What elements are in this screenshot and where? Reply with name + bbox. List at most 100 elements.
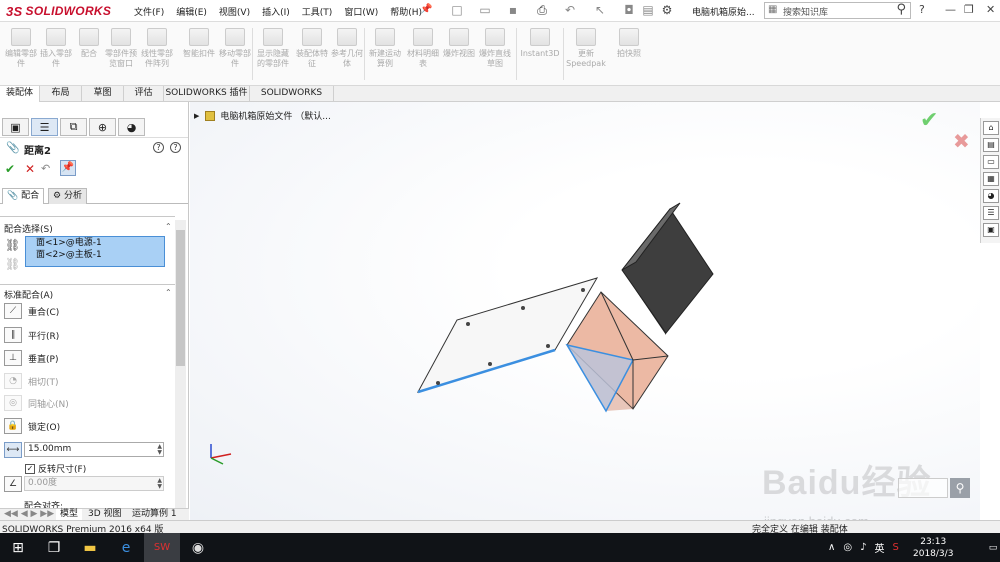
dynamic-annotation-icon[interactable]: ✎ — [518, 102, 527, 105]
previous-view-icon[interactable]: ↩ — [486, 102, 495, 105]
task-view-icon[interactable]: ❐ — [36, 533, 72, 562]
notification-icon[interactable]: ▭ — [986, 533, 1000, 562]
search-icon[interactable]: ⚲ — [896, 2, 906, 17]
solidworks-logo[interactable]: 3S SOLIDWORKS — [6, 3, 111, 19]
mate-selection-list[interactable]: 面<1>@电源-1 面<2>@主板-1 — [25, 236, 165, 267]
new-document-icon[interactable]: □ — [450, 3, 464, 17]
checkbox-checked-icon[interactable]: ✓ — [25, 463, 35, 474]
spinner-icon[interactable]: ▲ ▼ — [157, 444, 162, 456]
smart-fasteners-button[interactable]: 智能扣件 — [180, 28, 218, 59]
instant3d-button[interactable]: Instant3D — [518, 28, 562, 59]
standard-mates-heading[interactable]: 标准配合(A) — [4, 288, 53, 301]
file-explorer-icon[interactable]: ▭ — [983, 155, 999, 169]
collapse-caret-icon[interactable]: ⌃ — [165, 222, 172, 231]
design-library-icon[interactable]: ▤ — [983, 138, 999, 152]
panel-scrollbar[interactable] — [175, 220, 186, 508]
explode-line-sketch-button[interactable]: 爆炸直线草图 — [476, 28, 514, 69]
tab-evaluate[interactable]: 评估 — [124, 86, 164, 102]
dark-component-box[interactable] — [621, 202, 714, 335]
save-icon[interactable]: ▪ — [506, 3, 520, 17]
linear-pattern-button[interactable]: 线性零部件阵列 — [138, 28, 176, 69]
reference-geometry-button[interactable]: 参考几何体 — [328, 28, 366, 69]
display-manager-tab-icon[interactable]: ◕ — [118, 118, 145, 136]
zoom-to-area-icon[interactable]: ⌕ — [474, 102, 480, 105]
forum-icon[interactable]: ▣ — [983, 223, 999, 237]
assembly-features-button[interactable]: 装配体特征 — [293, 28, 331, 69]
distance-input[interactable]: 15.00mm ▲ ▼ — [24, 442, 164, 457]
menu-view[interactable]: 视图(V) — [213, 5, 256, 18]
mate-concentric[interactable]: ◎ 同轴心(N) — [4, 394, 69, 412]
scrollbar-thumb[interactable] — [176, 230, 185, 366]
custom-properties-icon[interactable]: ☰ — [983, 206, 999, 220]
property-manager-tab-icon[interactable]: ☰ — [31, 118, 58, 136]
display-style-icon[interactable]: ◨ — [550, 102, 560, 105]
clock[interactable]: 23:13 2018/3/3 — [913, 536, 953, 560]
tab-solidworks-mbd[interactable]: SOLIDWORKS MBD — [250, 86, 334, 113]
bill-of-materials-button[interactable]: 材料明细表 — [404, 28, 442, 69]
print-icon[interactable]: ⎙ — [535, 3, 549, 17]
mate-parallel[interactable]: ∥ 平行(R) — [4, 326, 59, 344]
menu-insert[interactable]: 插入(I) — [256, 5, 296, 18]
home-icon[interactable]: ⌂ — [983, 121, 999, 135]
mate-lock[interactable]: 🔒 锁定(O) — [4, 417, 60, 435]
app-taskbar-icon[interactable]: ◉ — [180, 533, 216, 562]
section-view-icon[interactable]: ◧ — [502, 102, 512, 105]
feature-manager-tab-icon[interactable]: ▣ — [2, 118, 29, 136]
menu-file[interactable]: 文件(F) — [128, 5, 170, 18]
tab-motion-study[interactable]: 运动算例 1 — [132, 509, 177, 520]
edit-appearance-icon[interactable]: ◐ — [582, 102, 592, 105]
edge-browser-icon[interactable]: e — [108, 533, 144, 562]
undo-icon[interactable]: ↶ — [41, 162, 50, 175]
view-settings-icon[interactable]: ▭ — [613, 102, 623, 105]
hide-show-items-icon[interactable]: ◉ — [566, 102, 576, 105]
detailed-help-icon[interactable]: ? — [153, 142, 164, 153]
view-orientation-icon[interactable]: ▣ — [533, 102, 543, 105]
mate-selections-heading[interactable]: 配合选择(S) — [4, 222, 53, 235]
apply-scene-icon[interactable]: ◒ — [597, 102, 607, 105]
motherboard-plate[interactable] — [416, 277, 599, 394]
volume-icon[interactable]: ♪ — [860, 542, 866, 553]
dimxpert-tab-icon[interactable]: ⊕ — [89, 118, 116, 136]
keep-visible-pin-icon[interactable]: 📌 — [60, 160, 76, 176]
appearances-icon[interactable]: ◕ — [983, 189, 999, 203]
close-icon[interactable]: ✕ — [986, 3, 995, 16]
component-preview-button[interactable]: 零部件预览窗口 — [102, 28, 140, 69]
tab-3d-views[interactable]: 3D 视图 — [88, 509, 122, 520]
windows-start-icon[interactable]: ⊞ — [0, 533, 36, 562]
spinner-icon[interactable]: ▲ ▼ — [157, 478, 162, 490]
take-snapshot-button[interactable]: 拍快照 — [610, 28, 648, 59]
list-item[interactable]: 面<1>@电源-1 — [26, 237, 164, 249]
pin-menu-icon[interactable]: 📌 — [420, 4, 432, 15]
rebuild-icon[interactable]: ◘ — [622, 3, 636, 17]
search-input[interactable]: ▦ 搜索知识库 ⚲ — [764, 2, 911, 19]
help-icon[interactable]: ? — [919, 3, 925, 16]
tab-sketch[interactable]: 草图 — [82, 86, 124, 102]
options-gear-icon[interactable]: ⚙ — [660, 3, 674, 17]
tray-expand-icon[interactable]: ∧ — [828, 542, 835, 553]
tab-model[interactable]: 模型 — [56, 509, 83, 520]
scroll-left-icon[interactable]: ◀◀ ◀ ▶ ▶▶ — [4, 509, 54, 520]
tab-mates[interactable]: 📎 配合 — [2, 188, 45, 204]
help-icon[interactable]: ? — [170, 142, 181, 153]
tab-solidworks-addins[interactable]: SOLIDWORKS 插件 — [164, 86, 250, 102]
tab-assembly[interactable]: 装配体 — [0, 86, 40, 102]
network-icon[interactable]: ◎ — [843, 542, 852, 553]
menu-edit[interactable]: 编辑(E) — [170, 5, 213, 18]
tab-layout[interactable]: 布局 — [40, 86, 82, 102]
select-icon[interactable]: ↖ — [593, 3, 607, 17]
minimize-icon[interactable]: — — [945, 3, 956, 16]
menu-window[interactable]: 窗口(W) — [338, 5, 384, 18]
view-palette-icon[interactable]: ▦ — [983, 172, 999, 186]
open-icon[interactable]: ▭ — [478, 3, 492, 17]
ime-indicator[interactable]: 英 — [874, 540, 884, 555]
tab-analysis[interactable]: ⚙ 分析 — [48, 188, 87, 204]
cancel-button[interactable]: ✕ — [25, 162, 35, 176]
file-properties-icon[interactable]: ▤ — [641, 3, 655, 17]
restore-icon[interactable]: ❐ — [964, 3, 974, 16]
menu-tools[interactable]: 工具(T) — [296, 5, 339, 18]
flip-dimension-checkbox[interactable]: ✓ 反转尺寸(F) — [25, 462, 86, 475]
file-explorer-taskbar-icon[interactable]: ▬ — [72, 533, 108, 562]
mate-coincident[interactable]: ⟋ 重合(C) — [4, 302, 59, 320]
collapse-caret-icon[interactable]: ⌃ — [165, 288, 172, 297]
update-speedpak-button[interactable]: 更新Speedpak — [564, 28, 608, 69]
